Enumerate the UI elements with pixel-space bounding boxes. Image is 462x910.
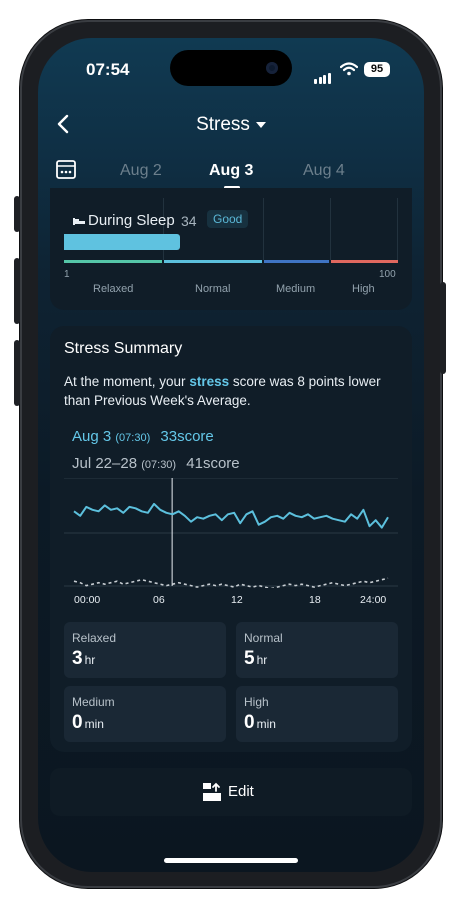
sleep-grid <box>64 198 398 260</box>
action-button <box>14 196 20 232</box>
edit-label: Edit <box>228 783 254 800</box>
status-badge: Good <box>207 210 249 228</box>
x-tick-2: 12 <box>231 594 243 606</box>
tile-label: Normal <box>244 631 283 645</box>
tile-label: High <box>244 695 269 709</box>
page-title-label: Stress <box>196 114 250 135</box>
during-sleep-score: 34 <box>181 213 197 229</box>
status-time: 07:54 <box>86 60 130 79</box>
tile-medium: Medium 0 min <box>64 686 226 742</box>
during-sleep-label: During Sleep <box>88 212 175 229</box>
current-comparison: Aug 3 (07:30) 33score <box>72 428 214 445</box>
date-prev[interactable]: Aug 2 <box>120 162 162 180</box>
zone-label-medium: Medium <box>276 283 316 295</box>
x-tick-1: 06 <box>153 594 165 606</box>
zone-normal-bar <box>164 260 262 263</box>
screen: 07:54 95 Stress Aug 2 Aug 3 Aug 4 During… <box>38 38 424 872</box>
battery-icon: 95 <box>364 62 390 77</box>
volume-down-button <box>14 340 20 406</box>
current-score: 33score <box>160 428 214 445</box>
tile-relaxed: Relaxed 3 hr <box>64 622 226 678</box>
tile-label: Medium <box>72 695 115 709</box>
current-date: Aug 3 <box>72 428 112 445</box>
scale-max: 100 <box>379 269 396 280</box>
tile-normal: Normal 5 hr <box>236 622 398 678</box>
date-current[interactable]: Aug 3 <box>209 162 253 180</box>
previous-score: 41score <box>186 455 240 472</box>
tile-value: 3 hr <box>72 648 96 669</box>
x-tick-0: 00:00 <box>74 594 101 606</box>
edit-layout-icon <box>203 782 221 801</box>
summary-title: Stress Summary <box>64 340 183 357</box>
date-next[interactable]: Aug 4 <box>303 162 345 180</box>
scale-min: 1 <box>64 269 70 280</box>
bed-icon <box>73 218 85 225</box>
dynamic-island <box>170 50 292 86</box>
x-tick-3: 18 <box>309 594 321 606</box>
camera-icon <box>266 62 278 74</box>
series-current-line <box>73 502 389 529</box>
zone-label-normal: Normal <box>195 283 231 295</box>
edit-button[interactable]: Edit <box>50 768 412 816</box>
zone-relaxed-bar <box>64 260 162 263</box>
previous-range: Jul 22–28 <box>72 455 138 472</box>
volume-up-button <box>14 258 20 324</box>
calendar-icon[interactable] <box>56 160 76 179</box>
series-previous-line <box>73 577 389 588</box>
sleep-score-bar <box>64 234 180 250</box>
dropdown-caret-icon <box>255 121 266 128</box>
stress-zone-scale <box>64 260 398 263</box>
stress-comparison-chart[interactable] <box>64 478 398 588</box>
zone-label-relaxed: Relaxed <box>93 283 134 295</box>
page-title[interactable]: Stress <box>38 114 424 136</box>
current-time: (07:30) <box>115 432 151 444</box>
tile-high: High 0 min <box>236 686 398 742</box>
home-indicator[interactable] <box>164 858 298 863</box>
tile-label: Relaxed <box>72 631 117 645</box>
previous-comparison: Jul 22–28 (07:30) 41score <box>72 455 240 472</box>
header: Stress <box>38 110 424 140</box>
tile-value: 5 hr <box>244 648 268 669</box>
tile-value: 0 min <box>244 712 276 733</box>
previous-time: (07:30) <box>141 459 177 471</box>
wifi-icon <box>340 62 358 76</box>
zone-high-bar <box>331 260 398 263</box>
tile-value: 0 min <box>72 712 104 733</box>
stress-summary-card: Stress Summary At the moment, your stres… <box>50 326 412 752</box>
summary-text: At the moment, your stress score was 8 p… <box>64 374 381 408</box>
sleep-stress-card: During Sleep 34 Good 1 100 Relaxed Norma… <box>50 188 412 310</box>
zone-label-high: High <box>352 283 375 295</box>
x-tick-4: 24:00 <box>360 594 387 606</box>
zone-medium-bar <box>264 260 329 263</box>
power-button <box>440 282 446 374</box>
signal-icon <box>314 64 332 84</box>
